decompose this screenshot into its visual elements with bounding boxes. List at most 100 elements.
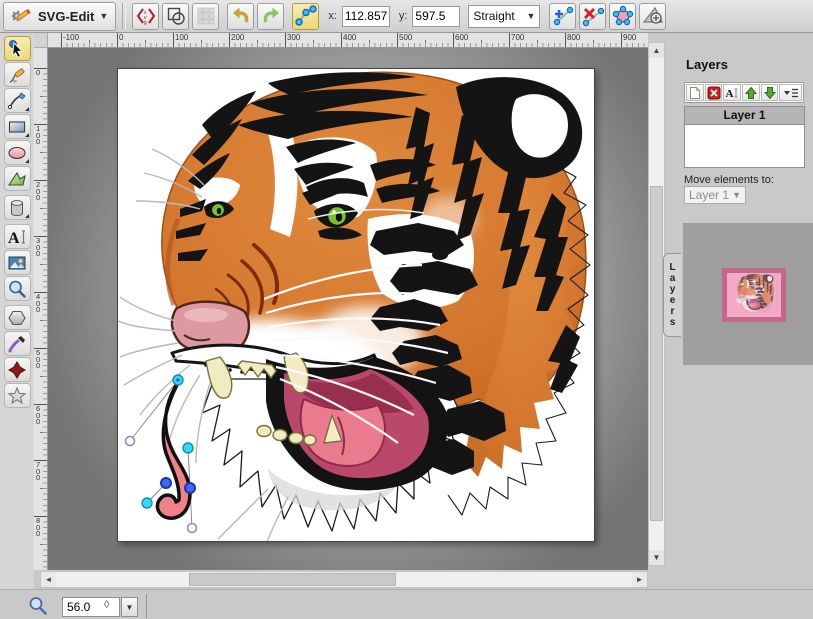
- hexagon-icon: [7, 308, 27, 328]
- shapes-wireframe-icon: [166, 6, 186, 26]
- layer-menu-icon: [782, 86, 800, 100]
- wireframe-button[interactable]: [162, 3, 189, 30]
- edit-node-tool-button[interactable]: [292, 3, 319, 30]
- tools-palette: A: [0, 33, 34, 589]
- add-node-button[interactable]: [549, 3, 576, 30]
- make-flat-button[interactable]: [639, 3, 666, 30]
- delete-node-button[interactable]: [579, 3, 606, 30]
- select-arrow-icon: [7, 39, 27, 59]
- arrow-down-icon: [763, 86, 777, 100]
- svg-text:g: g: [143, 20, 146, 26]
- move-layer-down-button[interactable]: [761, 84, 779, 101]
- delete-layer-icon: [707, 86, 721, 100]
- source-code-button[interactable]: s v g: [132, 3, 159, 30]
- tool-path-shape[interactable]: [4, 166, 31, 191]
- redo-button[interactable]: [257, 3, 284, 30]
- horizontal-scrollbar[interactable]: ◄ ►: [40, 571, 648, 588]
- statusbar-separator: [146, 594, 147, 618]
- tool-select[interactable]: [4, 36, 31, 61]
- undo-button[interactable]: [227, 3, 254, 30]
- layers-panel-title: Layers: [686, 57, 728, 72]
- y-input[interactable]: [412, 6, 460, 27]
- main-menu-button[interactable]: SVG-Edit ▼: [3, 2, 116, 31]
- move-elements-label: Move elements to:: [684, 174, 774, 186]
- segment-type-select[interactable]: Straight ▼: [468, 5, 540, 28]
- tool-ellipse[interactable]: [4, 140, 31, 165]
- image-icon: [7, 253, 27, 273]
- main-menu-label: SVG-Edit: [38, 9, 94, 24]
- layer-list[interactable]: Layer 1: [684, 106, 805, 168]
- move-layer-up-button[interactable]: [742, 84, 760, 101]
- magnifier-icon: [7, 279, 27, 299]
- red-cross-shape-icon: [7, 360, 27, 380]
- arrow-up-icon: [744, 86, 758, 100]
- bottom-bar: ◊ ▼: [0, 589, 813, 619]
- tool-pen-path[interactable]: [4, 88, 31, 113]
- zoom-dropdown-button[interactable]: ▼: [121, 597, 138, 617]
- zoom-level-input[interactable]: [62, 597, 120, 617]
- zoom-magnifier-icon: [28, 596, 48, 616]
- tiger-artwork: [118, 69, 594, 541]
- flyout-arrow-icon: [25, 159, 29, 163]
- tool-pencil[interactable]: [4, 62, 31, 87]
- scroll-left-button[interactable]: ◄: [41, 572, 56, 587]
- layer-list-item[interactable]: Layer 1: [685, 107, 804, 125]
- source-code-icon: s v g: [136, 6, 156, 26]
- tool-zoom[interactable]: [4, 276, 31, 301]
- delete-node-icon: [581, 4, 605, 28]
- tool-star[interactable]: [4, 383, 31, 408]
- layer-preview-area: [683, 223, 813, 365]
- tool-eyedropper[interactable]: [4, 331, 31, 356]
- horizontal-scroll-thumb[interactable]: [189, 573, 396, 586]
- flyout-arrow-icon: [25, 107, 29, 111]
- ruler-horizontal: -1000100200300400500600700800900100: [48, 33, 648, 48]
- move-elements-select[interactable]: Layer 1 ▼: [684, 186, 746, 204]
- svg-document[interactable]: [117, 68, 595, 542]
- path-shape-icon: [7, 169, 27, 189]
- x-label: x:: [328, 10, 337, 22]
- flyout-arrow-icon: [25, 214, 29, 218]
- tool-rectangle[interactable]: [4, 114, 31, 139]
- svg-text:A: A: [8, 230, 20, 247]
- ruler-vertical: 01 0 02 0 03 0 04 0 05 0 06 0 07 0 08 0 …: [34, 48, 48, 570]
- eyedropper-icon: [7, 334, 27, 354]
- y-label: y:: [399, 10, 408, 22]
- scroll-right-button[interactable]: ►: [632, 572, 647, 587]
- text-icon: A: [7, 227, 27, 247]
- redo-icon: [260, 5, 282, 27]
- new-layer-button[interactable]: [686, 84, 704, 101]
- canvas-workspace[interactable]: [48, 48, 648, 570]
- svgedit-logo-pencil-icon: [11, 5, 33, 27]
- tool-image[interactable]: [4, 250, 31, 275]
- layers-panel: Layers A: [665, 33, 813, 589]
- svg-text:A: A: [726, 88, 734, 100]
- node-link-tool-icon: [294, 4, 318, 28]
- main-toolbar: SVG-Edit ▼ s v g: [0, 0, 813, 33]
- rename-layer-icon: A: [725, 86, 739, 100]
- zoom-spinner[interactable]: ◊: [104, 599, 109, 611]
- delete-layer-button[interactable]: [705, 84, 723, 101]
- tool-connector[interactable]: [4, 357, 31, 382]
- star-icon: [7, 386, 27, 406]
- undo-icon: [230, 5, 252, 27]
- layer-buttons-row: A: [684, 82, 804, 103]
- tool-shape-library[interactable]: [4, 195, 31, 220]
- x-input[interactable]: [342, 6, 390, 27]
- tool-text[interactable]: A: [4, 224, 31, 249]
- grid-button[interactable]: [192, 3, 219, 30]
- scroll-down-button[interactable]: ▼: [649, 550, 664, 565]
- tool-polygon[interactable]: [4, 305, 31, 330]
- open-path-button[interactable]: [609, 3, 636, 30]
- grid-icon: [196, 6, 216, 26]
- layer-sidepanel-button[interactable]: [779, 84, 802, 101]
- ruler-corner: [34, 33, 48, 48]
- flyout-arrow-icon: [25, 133, 29, 137]
- pencil-icon: [7, 65, 27, 85]
- layer-thumbnail[interactable]: [722, 268, 786, 322]
- vertical-scroll-thumb[interactable]: [650, 186, 663, 521]
- chevron-down-icon: ▼: [732, 190, 741, 200]
- chevron-down-icon: ▼: [526, 11, 535, 21]
- layers-side-tab[interactable]: L a y e r s: [663, 253, 681, 337]
- scroll-up-button[interactable]: ▲: [649, 43, 664, 58]
- rename-layer-button[interactable]: A: [723, 84, 741, 101]
